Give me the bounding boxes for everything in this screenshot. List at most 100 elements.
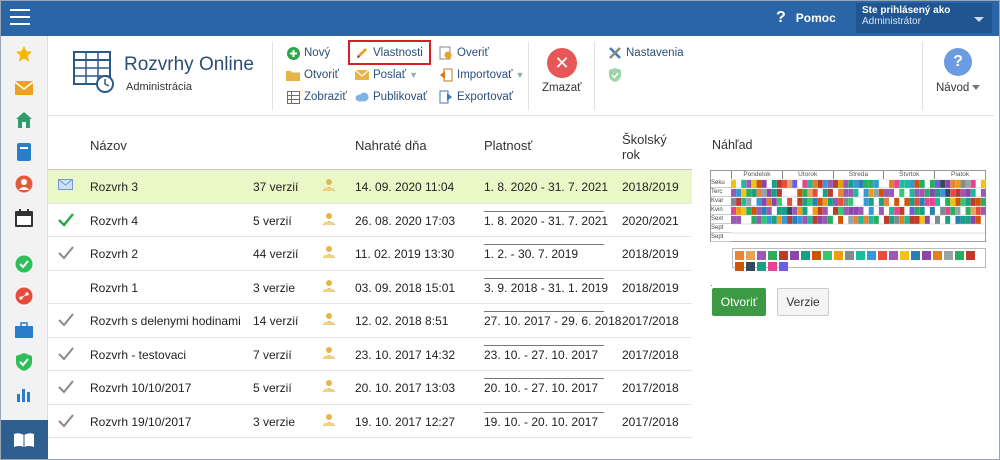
check-icon — [58, 346, 74, 361]
header-validity[interactable]: Platnosť — [484, 138, 532, 153]
help-label: Pomoc — [795, 11, 836, 25]
view-button-label: Zobraziť — [304, 91, 347, 103]
row-school-year: 2017/2018 — [622, 381, 679, 395]
help-circle-icon[interactable]: ? — [944, 48, 972, 76]
user-icon[interactable] — [14, 174, 34, 194]
row-versions: 7 verzií — [253, 347, 292, 362]
preview-lesson-cell — [843, 207, 849, 215]
preview-days: Pondelok Utorok Streda Štvrtok Piatok — [731, 171, 985, 179]
home-icon[interactable] — [14, 110, 34, 130]
open-button[interactable]: Otvoriť — [286, 68, 339, 82]
header-school-year-line2: rok — [622, 147, 641, 162]
person-icon — [322, 212, 336, 226]
verify-button[interactable]: Overiť — [439, 46, 489, 60]
settings-button[interactable]: Nastavenia — [608, 46, 684, 60]
user-menu[interactable]: Ste prihlásený ako Administrátor — [856, 3, 992, 33]
security-button[interactable] — [608, 68, 626, 82]
preview-lesson-cell — [848, 189, 854, 197]
menu-icon[interactable] — [10, 9, 30, 25]
preview-lesson-cell — [980, 189, 986, 197]
new-button-label: Nový — [304, 47, 331, 59]
import-button[interactable]: Importovať ▼ — [439, 68, 524, 82]
row-versions: 3 verzie — [253, 280, 296, 295]
preview-lesson-cell — [873, 180, 879, 188]
color-swatch — [922, 251, 931, 260]
table-row[interactable]: Rozvrh 2 44 verzií 11. 02. 2019 13:30 1. 2.… — [48, 237, 692, 271]
color-swatch — [746, 251, 755, 260]
bar-chart-icon[interactable] — [14, 384, 34, 404]
delete-button-label: Zmazať — [542, 82, 582, 94]
preview-lesson-cell — [909, 189, 915, 197]
preview-lesson-cell — [960, 180, 966, 188]
publish-button[interactable]: Publikovať — [355, 90, 427, 104]
preview-day-label: Utorok — [781, 171, 833, 179]
table-row[interactable]: Rozvrh 4 5 verzií 26. 08. 2020 17:03 1. 8. … — [48, 204, 692, 237]
preview-lesson-cell — [817, 180, 823, 188]
table-row[interactable]: Rozvrh 19/10/2017 3 verzie 19. 10. 2017 12… — [48, 405, 692, 438]
calendar-icon[interactable] — [14, 208, 34, 228]
open-schedule-button[interactable]: Otvoriť — [712, 288, 766, 316]
preview-lesson-cell — [771, 198, 777, 206]
row-validity: 1. 8. 2020 - 31. 7. 2021 — [484, 180, 609, 194]
color-swatch — [955, 251, 964, 260]
import-button-label: Importovať — [457, 69, 513, 81]
preview-lesson-cell — [741, 207, 747, 215]
new-button[interactable]: Nový — [286, 46, 330, 60]
preview-lesson-cell — [807, 216, 813, 224]
preview-lesson-cell — [950, 207, 956, 215]
preview-lesson-cell — [899, 207, 905, 215]
preview-lesson-cell — [970, 189, 976, 197]
header-uploaded[interactable]: Nahraté dňa — [355, 138, 427, 153]
versions-button[interactable]: Verzie — [777, 288, 829, 316]
check-circle-icon[interactable] — [14, 254, 34, 274]
preview-lesson-cell — [812, 198, 818, 206]
export-button[interactable]: Exportovať — [439, 90, 513, 104]
validity-timeline — [484, 411, 604, 413]
preview-lesson-cell — [919, 189, 925, 197]
view-button[interactable]: Zobraziť — [286, 90, 347, 104]
table-row[interactable]: Rozvrh 3 37 verzií 14. 09. 2020 11:04 1. 8.… — [48, 170, 692, 204]
status-empty — [58, 280, 74, 294]
settings-button-label: Nastavenia — [626, 47, 684, 59]
row-name: Rozvrh - testovaci — [90, 347, 187, 362]
header-school-year[interactable]: Školský rok — [622, 132, 667, 162]
publish-button-label: Publikovať — [373, 91, 428, 103]
preview-lesson-cell — [919, 216, 925, 224]
color-swatch — [757, 262, 766, 271]
table-row[interactable]: Rozvrh - testovaci 7 verzií 23. 10. 2017 1… — [48, 338, 692, 371]
table-row[interactable]: Rozvrh s delenymi hodinami 14 verzií 12. 0… — [48, 304, 692, 338]
color-swatch — [933, 251, 942, 260]
preview-day-label: Piatok — [934, 171, 985, 179]
preview-lesson-cell — [766, 207, 772, 215]
book-icon[interactable] — [14, 142, 34, 162]
library-icon[interactable] — [0, 420, 48, 460]
toolbar-divider — [922, 42, 923, 110]
header-name[interactable]: Názov — [90, 138, 127, 153]
preview-lesson-cell — [894, 216, 900, 224]
network-icon[interactable] — [14, 286, 34, 306]
color-swatch — [834, 251, 843, 260]
preview-lesson-cell — [919, 180, 925, 188]
preview-lesson-cell — [924, 198, 930, 206]
properties-button[interactable]: Vlastnosti — [355, 46, 423, 60]
send-button[interactable]: Poslať ▼ — [355, 68, 418, 82]
preview-lesson-cell — [838, 189, 844, 197]
table-row[interactable]: Rozvrh 1 3 verzie 03. 09. 2018 15:01 3. 9. … — [48, 271, 692, 304]
preview-lesson-cell — [761, 216, 767, 224]
table-row[interactable]: Rozvrh 10/10/2017 5 verzií 20. 10. 2017 13… — [48, 371, 692, 405]
schedule-preview-thumbnail[interactable]: Pondelok Utorok Streda Štvrtok Piatok Seku Te… — [710, 170, 987, 242]
preview-lesson-cell — [909, 180, 915, 188]
preview-lesson-cell — [965, 198, 971, 206]
help-link[interactable]: ? Pomoc — [776, 9, 836, 27]
shield-icon[interactable] — [14, 352, 34, 372]
star-icon[interactable] — [14, 44, 34, 64]
row-versions: 14 verzií — [253, 314, 299, 328]
preview-lesson-cell — [909, 198, 915, 206]
delete-button[interactable]: ✕ — [542, 48, 582, 78]
guide-dropdown[interactable]: Návod — [936, 82, 981, 94]
preview-lesson-cell — [955, 180, 961, 188]
briefcase-icon[interactable] — [14, 320, 34, 340]
mail-icon[interactable] — [14, 78, 34, 98]
preview-class-label: Terc — [711, 188, 731, 197]
table-header: Názov Nahraté dňa Platnosť Školský rok — [48, 120, 692, 170]
